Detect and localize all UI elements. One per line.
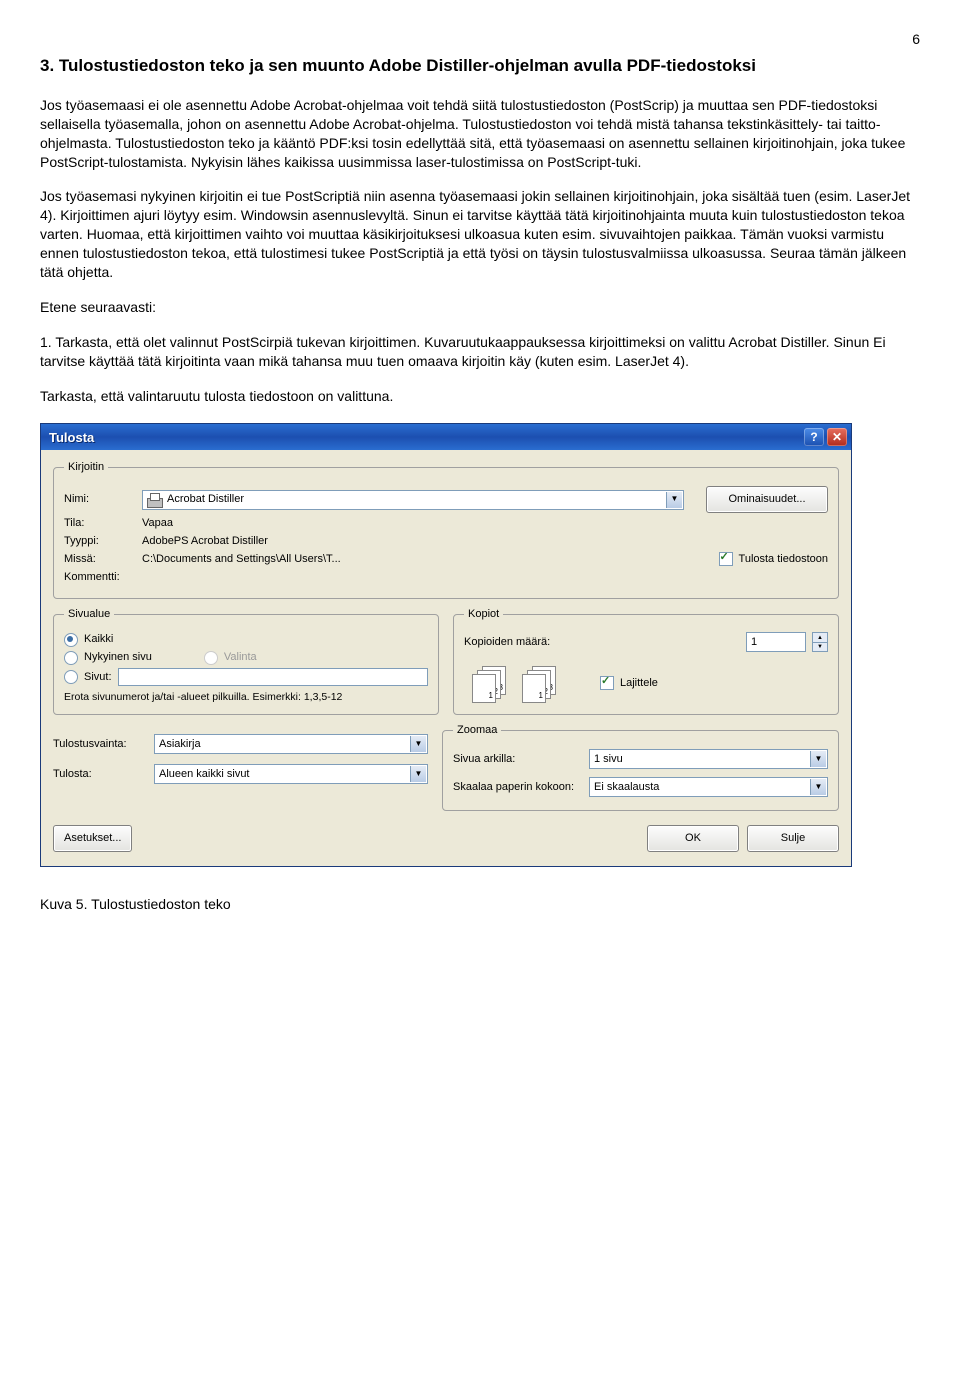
copies-group: Kopiot Kopioiden määrä: 1 ▲▼ 3 2 1 (453, 607, 839, 716)
ok-button[interactable]: OK (647, 825, 739, 852)
collate-icon: 3 2 1 (472, 666, 508, 700)
chevron-down-icon[interactable]: ▼ (810, 779, 826, 795)
dialog-title: Tulosta (49, 429, 94, 447)
status-value: Vapaa (142, 516, 173, 531)
print-what-value: Asiakirja (159, 737, 201, 752)
status-label: Tila: (64, 516, 136, 531)
pages-hint: Erota sivunumerot ja/tai -alueet pilkuil… (64, 690, 428, 704)
help-icon[interactable]: ? (804, 428, 824, 446)
name-label: Nimi: (64, 492, 136, 507)
section-title: 3. Tulostustiedoston teko ja sen muunto … (40, 55, 920, 78)
print-dialog: Tulosta ? ✕ Kirjoitin Nimi: Acrobat Dist… (40, 423, 852, 867)
scale-label: Skaalaa paperin kokoon: (453, 780, 583, 795)
type-label: Tyyppi: (64, 534, 136, 549)
all-radio[interactable] (64, 633, 78, 647)
current-radio[interactable] (64, 651, 78, 665)
pages-per-sheet-value: 1 sivu (594, 752, 623, 767)
print-what-combo[interactable]: Asiakirja ▼ (154, 734, 428, 754)
printer-group: Kirjoitin Nimi: Acrobat Distiller ▼ Omin… (53, 460, 839, 598)
paragraph-5: Tarkasta, että valintaruutu tulosta tied… (40, 387, 920, 406)
figure-caption: Kuva 5. Tulostustiedoston teko (40, 895, 920, 914)
type-value: AdobePS Acrobat Distiller (142, 534, 268, 549)
collate-icon-2: 3 2 1 (522, 666, 558, 700)
print-label: Tulosta: (53, 767, 148, 782)
print-to-file-checkbox[interactable] (719, 552, 733, 566)
copies-input[interactable]: 1 (746, 632, 806, 652)
page-number: 6 (40, 30, 920, 49)
paragraph-3: Etene seuraavasti: (40, 298, 920, 317)
zoom-legend: Zoomaa (453, 723, 501, 738)
print-what-group: Tulostusvainta: Asiakirja ▼ Tulosta: Alu… (53, 723, 428, 811)
selection-radio (204, 651, 218, 665)
paragraph-1: Jos työasemaasi ei ole asennettu Adobe A… (40, 96, 920, 172)
collate-label: Lajittele (620, 676, 658, 691)
print-combo[interactable]: Alueen kaikki sivut ▼ (154, 764, 428, 784)
pages-radio[interactable] (64, 670, 78, 684)
scale-combo[interactable]: Ei skaalausta ▼ (589, 777, 828, 797)
pages-label: Sivut: (84, 670, 112, 685)
pages-per-sheet-combo[interactable]: 1 sivu ▼ (589, 749, 828, 769)
paragraph-2: Jos työasemasi nykyinen kirjoitin ei tue… (40, 187, 920, 281)
copies-label: Kopioiden määrä: (464, 635, 740, 650)
printer-icon (147, 493, 163, 507)
close-button[interactable]: Sulje (747, 825, 839, 852)
options-button[interactable]: Asetukset... (53, 825, 132, 852)
close-icon[interactable]: ✕ (827, 428, 847, 446)
zoom-group: Zoomaa Sivua arkilla: 1 sivu ▼ Skaalaa p… (442, 723, 839, 811)
chevron-down-icon[interactable]: ▼ (810, 751, 826, 767)
properties-button[interactable]: Ominaisuudet... (706, 486, 828, 513)
chevron-down-icon[interactable]: ▼ (666, 492, 682, 508)
print-what-label: Tulostusvainta: (53, 737, 148, 752)
page-range-group: Sivualue Kaikki Nykyinen sivu Valinta (53, 607, 439, 716)
printer-name-value: Acrobat Distiller (167, 492, 244, 507)
collate-checkbox[interactable] (600, 676, 614, 690)
pages-input[interactable] (118, 668, 428, 686)
selection-label: Valinta (224, 650, 257, 665)
comment-label: Kommentti: (64, 570, 136, 585)
scale-value: Ei skaalausta (594, 780, 659, 795)
copies-legend: Kopiot (464, 607, 503, 622)
pages-per-sheet-label: Sivua arkilla: (453, 752, 583, 767)
copies-value: 1 (751, 635, 757, 650)
where-value: C:\Documents and Settings\All Users\T... (142, 552, 713, 567)
where-label: Missä: (64, 552, 136, 567)
copies-spinner[interactable]: ▲▼ (812, 632, 828, 652)
printer-name-combo[interactable]: Acrobat Distiller ▼ (142, 490, 684, 510)
page-range-legend: Sivualue (64, 607, 114, 622)
chevron-down-icon[interactable]: ▼ (410, 736, 426, 752)
print-value: Alueen kaikki sivut (159, 767, 250, 782)
titlebar: Tulosta ? ✕ (41, 424, 851, 450)
printer-group-legend: Kirjoitin (64, 460, 108, 475)
current-label: Nykyinen sivu (84, 650, 152, 665)
chevron-down-icon[interactable]: ▼ (410, 766, 426, 782)
all-label: Kaikki (84, 632, 113, 647)
print-to-file-label: Tulosta tiedostoon (739, 552, 828, 567)
paragraph-4: 1. Tarkasta, että olet valinnut PostScir… (40, 333, 920, 371)
